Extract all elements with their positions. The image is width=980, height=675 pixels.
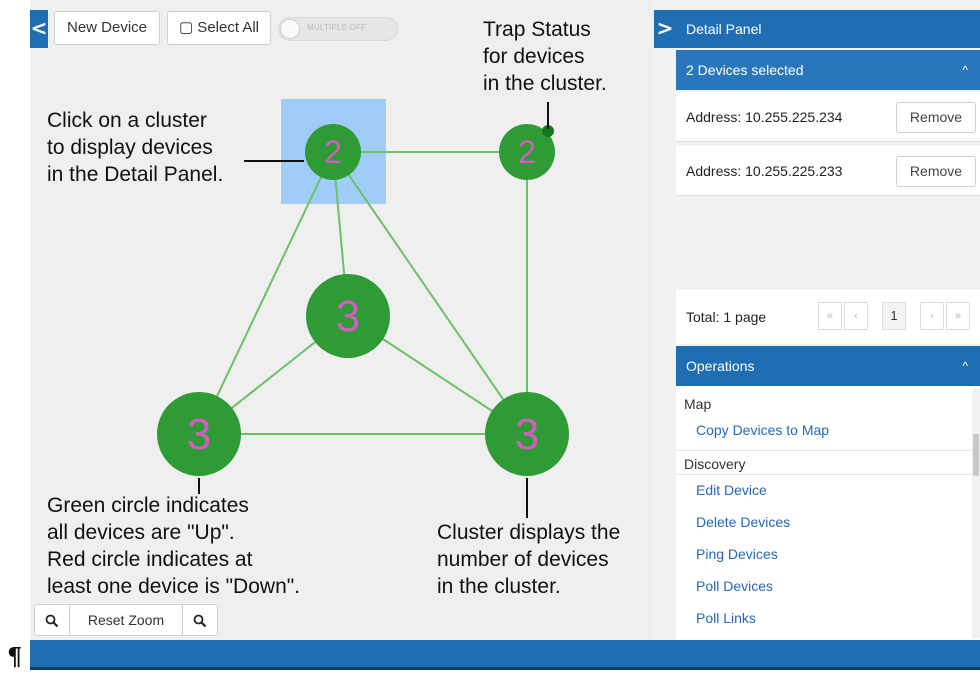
zoom-in-button[interactable] xyxy=(183,605,217,635)
device-row: Address: 10.255.225.234 Remove xyxy=(676,92,980,142)
detail-panel-title: Detail Panel xyxy=(676,10,980,48)
annotation-line: Trap Status xyxy=(483,18,591,41)
scrollbar-thumb[interactable] xyxy=(973,434,979,476)
annotation-trap-status: Trap Status for devices in the cluster. xyxy=(483,16,607,97)
total-pages: Total: 1 page xyxy=(686,309,767,325)
zoom-out-icon xyxy=(45,614,59,628)
cluster-count: 2 xyxy=(518,134,536,170)
operations-header[interactable]: Operations ^ xyxy=(676,346,980,386)
poll-devices-link[interactable]: Poll Devices xyxy=(696,578,773,594)
prev-page-button[interactable]: ‹ xyxy=(844,302,868,330)
last-page-button[interactable]: » xyxy=(946,302,970,330)
detail-panel: > Detail Panel 2 Devices selected ^ Addr… xyxy=(654,0,980,640)
cluster-count: 3 xyxy=(515,410,539,459)
divider xyxy=(676,474,972,475)
annotation-line: Red circle indicates at xyxy=(47,548,253,571)
operations-list: Map Copy Devices to Map Discovery Edit D… xyxy=(676,386,980,640)
cluster-node[interactable]: 3 xyxy=(157,392,241,476)
ping-devices-link[interactable]: Ping Devices xyxy=(696,546,778,562)
annotation-cluster-count: Cluster displays the number of devices i… xyxy=(437,519,620,600)
pilcrow-mark: ¶ xyxy=(7,642,23,671)
annotation-click-cluster: Click on a cluster to display devices in… xyxy=(47,107,223,188)
cluster-node[interactable]: 2 xyxy=(305,124,361,180)
annotation-line: Click on a cluster xyxy=(47,109,207,132)
cluster-node[interactable]: 3 xyxy=(485,392,569,476)
annotation-line: least one device is "Down". xyxy=(47,575,301,598)
annotation-line: in the cluster. xyxy=(437,575,561,598)
annotation-line: all devices are "Up". xyxy=(47,521,235,544)
cluster-node[interactable]: 2 xyxy=(499,124,555,180)
annotation-line: in the cluster. xyxy=(483,72,607,95)
bottom-status-bar xyxy=(30,640,980,670)
device-address: Address: 10.255.225.234 xyxy=(686,109,843,125)
zoom-in-icon xyxy=(193,614,207,628)
zoom-out-button[interactable] xyxy=(35,605,69,635)
collapse-caret-icon[interactable]: ^ xyxy=(962,50,968,90)
page-number-button[interactable]: 1 xyxy=(882,302,906,330)
selection-count: 2 Devices selected xyxy=(686,62,804,78)
annotation-line: Green circle indicates xyxy=(47,494,249,517)
annotation-line: number of devices xyxy=(437,548,609,571)
operation-group-map: Map xyxy=(684,396,712,412)
remove-button[interactable]: Remove xyxy=(896,102,976,133)
edit-device-link[interactable]: Edit Device xyxy=(696,482,767,498)
cluster-count: 3 xyxy=(187,410,211,459)
expand-panel-button[interactable]: > xyxy=(654,10,676,48)
cluster-count: 2 xyxy=(324,134,342,170)
annotation-circle-color: Green circle indicates all devices are "… xyxy=(47,492,300,600)
operation-group-discovery: Discovery xyxy=(684,456,746,472)
first-page-button[interactable]: « xyxy=(818,302,842,330)
next-page-button[interactable]: › xyxy=(920,302,944,330)
delete-devices-link[interactable]: Delete Devices xyxy=(696,514,790,530)
annotation-line: in the Detail Panel. xyxy=(47,163,224,186)
reset-zoom-button[interactable]: Reset Zoom xyxy=(70,605,182,635)
operations-title: Operations xyxy=(686,358,755,374)
device-address: Address: 10.255.225.233 xyxy=(686,163,843,179)
scrollbar[interactable] xyxy=(972,388,980,638)
divider xyxy=(676,450,972,451)
poll-links-link[interactable]: Poll Links xyxy=(696,610,756,626)
zoom-controls: Reset Zoom xyxy=(34,604,218,636)
remove-button[interactable]: Remove xyxy=(896,156,976,187)
device-row: Address: 10.255.225.233 Remove xyxy=(676,146,980,196)
topology-map[interactable]: < New Device ▢ Select All MULTIPLE OFF 2… xyxy=(30,0,676,640)
pager: Total: 1 page « ‹ 1 › » xyxy=(676,290,980,344)
collapse-caret-icon[interactable]: ^ xyxy=(962,346,968,386)
cluster-node[interactable]: 3 xyxy=(306,274,390,358)
annotation-line: for devices xyxy=(483,45,585,68)
annotation-line: to display devices xyxy=(47,136,213,159)
annotation-line: Cluster displays the xyxy=(437,521,621,544)
copy-devices-to-map-link[interactable]: Copy Devices to Map xyxy=(696,422,829,438)
selection-header[interactable]: 2 Devices selected ^ xyxy=(676,50,980,90)
cluster-count: 3 xyxy=(336,292,360,341)
